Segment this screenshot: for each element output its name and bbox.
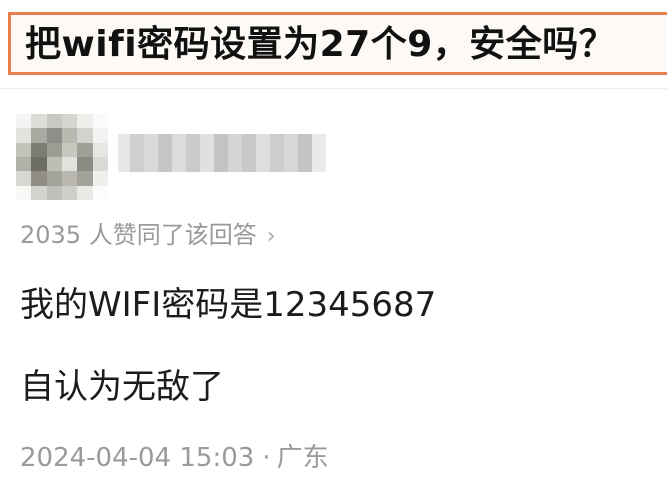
meta-separator: · — [262, 443, 271, 473]
answer-location: 广东 — [276, 443, 329, 473]
username-redacted[interactable] — [118, 134, 328, 172]
question-title[interactable]: 把wifi密码设置为27个9，安全吗？ — [25, 23, 615, 67]
answer-screenshot: 把wifi密码设置为27个9，安全吗？ 2035 人赞同了该回答 › 我的WIFI… — [0, 0, 667, 500]
upvote-summary-link[interactable]: 2035 人赞同了该回答 › — [20, 218, 276, 254]
answer-date: 2024-04-04 15:03 — [20, 443, 255, 473]
upvote-summary-text: 2035 人赞同了该回答 — [20, 221, 257, 249]
answer-text-line-1: 我的WIFI密码是12345687 — [20, 285, 437, 325]
divider — [0, 88, 667, 89]
question-banner[interactable]: 把wifi密码设置为27个9，安全吗？ — [8, 12, 667, 75]
chevron-right-icon: › — [266, 224, 276, 249]
answer-text-line-2: 自认为无敌了 — [20, 367, 224, 407]
answer-meta: 2024-04-04 15:03 · 广东 — [20, 440, 329, 476]
avatar[interactable] — [16, 114, 108, 200]
